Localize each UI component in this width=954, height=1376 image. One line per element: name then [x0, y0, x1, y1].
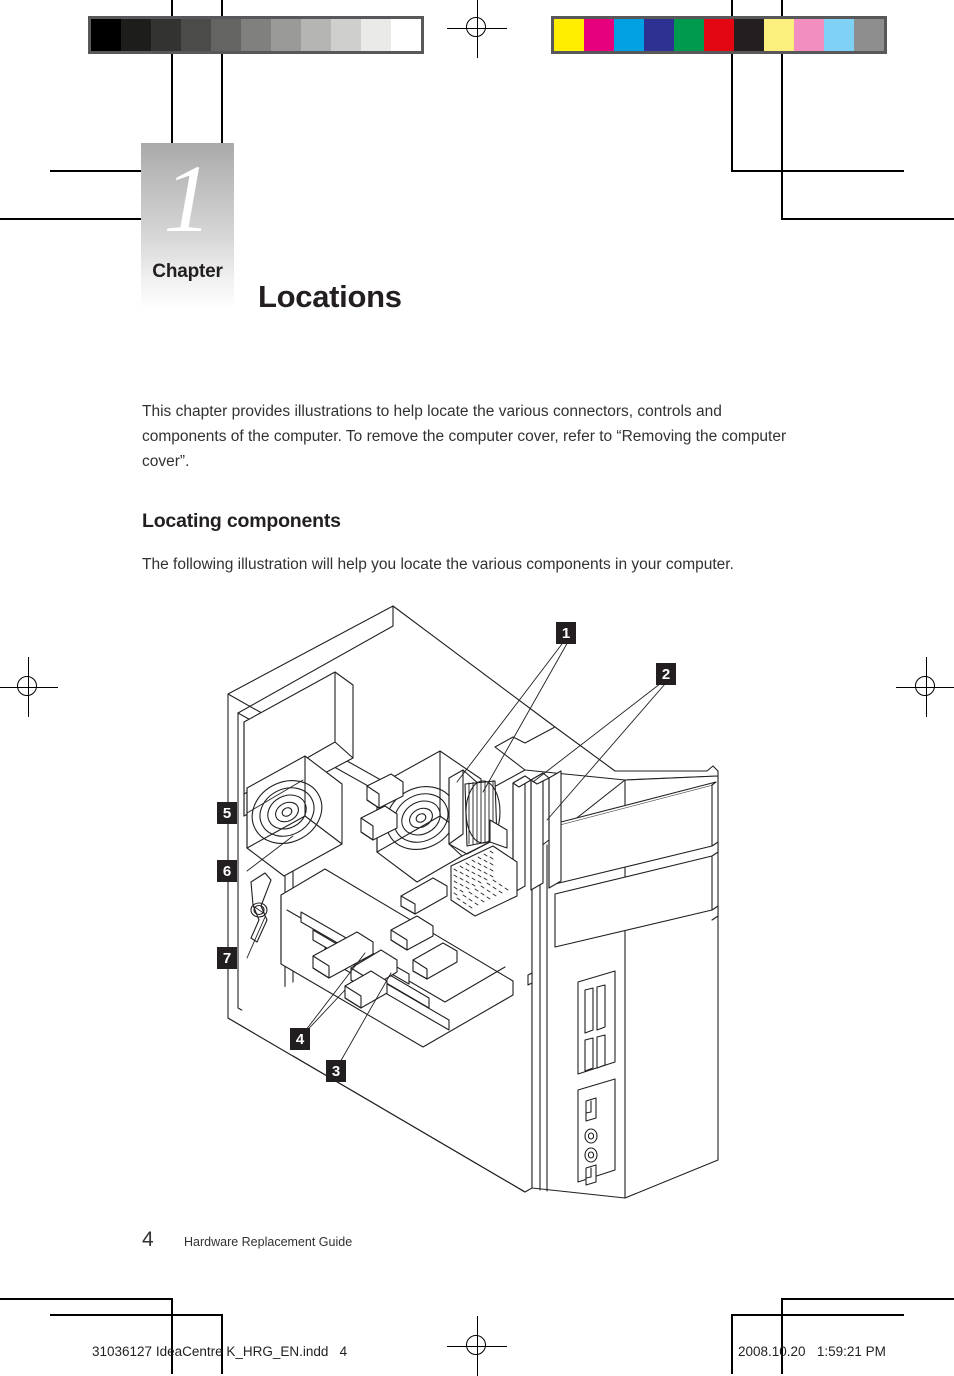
- gray-swatch-3: [181, 19, 211, 51]
- section-paragraph: The following illustration will help you…: [142, 555, 734, 573]
- crop-mark-bottom-right-v1: [781, 1298, 783, 1374]
- callout-2: 2: [656, 663, 676, 685]
- color-swatch-9: [824, 19, 854, 51]
- registration-target-top: [447, 0, 507, 58]
- gray-swatch-6: [271, 19, 301, 51]
- color-swatch-2: [614, 19, 644, 51]
- registration-target-right: [896, 657, 954, 717]
- crop-mark-top-right-h1: [781, 218, 954, 220]
- crop-mark-top-right-h2: [731, 170, 904, 172]
- callout-6: 6: [217, 860, 237, 882]
- gray-swatch-2: [151, 19, 181, 51]
- callout-1: 1: [556, 622, 576, 644]
- callout-4: 4: [290, 1028, 310, 1050]
- chapter-number: 1: [163, 145, 212, 252]
- registration-target-left: [0, 657, 58, 717]
- gray-swatch-4: [211, 19, 241, 51]
- color-swatch-3: [644, 19, 674, 51]
- page-title: Locations: [258, 278, 402, 314]
- section-heading: Locating components: [142, 510, 341, 533]
- gray-swatch-8: [331, 19, 361, 51]
- callout-3: 3: [326, 1060, 346, 1082]
- color-swatch-5: [704, 19, 734, 51]
- registration-circle: [466, 1335, 486, 1355]
- gray-swatch-0: [91, 19, 121, 51]
- color-calibration-strip: [551, 16, 887, 54]
- crop-mark-bottom-left-v1: [171, 1298, 173, 1374]
- color-swatch-6: [734, 19, 764, 51]
- gray-swatch-9: [361, 19, 391, 51]
- crop-mark-bottom-right-v2: [731, 1314, 733, 1374]
- chapter-label: Chapter: [152, 261, 223, 282]
- chapter-badge: 1 Chapter: [141, 143, 234, 310]
- color-swatch-0: [554, 19, 584, 51]
- color-swatch-4: [674, 19, 704, 51]
- registration-circle: [915, 676, 935, 696]
- gray-swatch-10: [391, 19, 421, 51]
- print-slug-filename: 31036127 IdeaCentre K_HRG_EN.indd 4: [92, 1344, 348, 1359]
- crop-mark-bottom-left-h2: [50, 1314, 223, 1316]
- crop-mark-bottom-left-h1: [0, 1298, 172, 1300]
- gray-swatch-5: [241, 19, 271, 51]
- computer-tower-illustration: 1 2 3 4 5 6 7: [195, 590, 755, 1200]
- footer-page-number: 4: [142, 1228, 154, 1251]
- footer-doc-title: Hardware Replacement Guide: [184, 1235, 353, 1249]
- registration-circle: [466, 17, 486, 37]
- page-footer: 4 Hardware Replacement Guide: [142, 1228, 352, 1252]
- intro-paragraph: This chapter provides illustrations to h…: [142, 402, 787, 470]
- crop-mark-bottom-right-h2: [731, 1314, 904, 1316]
- color-swatch-1: [584, 19, 614, 51]
- color-swatch-10: [854, 19, 884, 51]
- registration-target-bottom: [447, 1316, 507, 1376]
- registration-circle: [17, 676, 37, 696]
- gray-swatch-7: [301, 19, 331, 51]
- color-swatch-7: [764, 19, 794, 51]
- gray-swatch-1: [121, 19, 151, 51]
- callout-5: 5: [217, 802, 237, 824]
- crop-mark-bottom-right-h1: [781, 1298, 954, 1300]
- callout-7: 7: [217, 947, 237, 969]
- print-slug-timestamp: 2008.10.20 1:59:21 PM: [738, 1344, 886, 1359]
- color-swatch-8: [794, 19, 824, 51]
- grayscale-calibration-strip: [88, 16, 424, 54]
